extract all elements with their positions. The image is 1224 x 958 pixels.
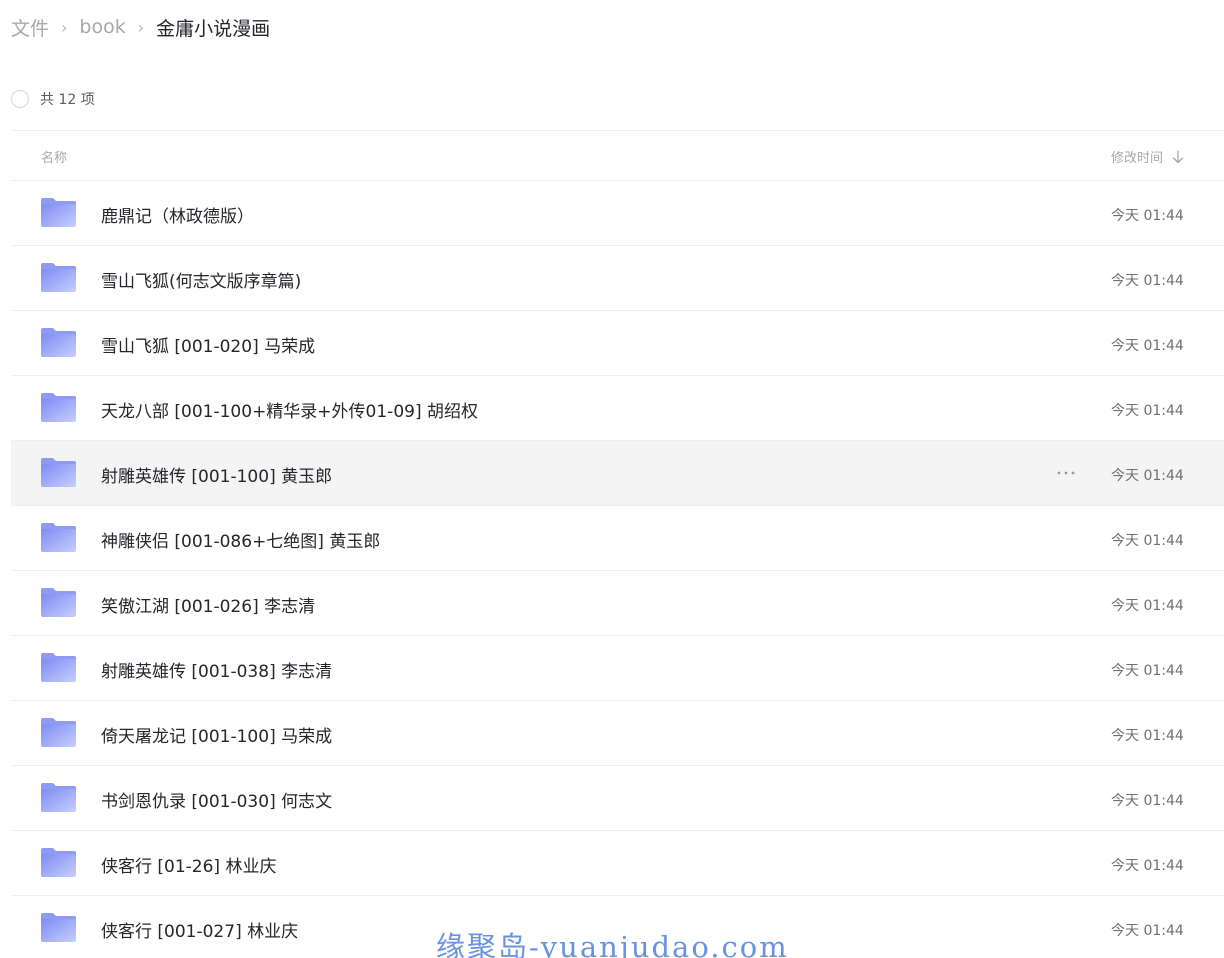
file-list: 鹿鼎记（林政德版） 今天 01:44 雪山飞狐(何志文版序章篇) 今天 01:4…	[11, 181, 1224, 958]
sort-descending-icon[interactable]	[1172, 149, 1184, 164]
item-count-row: 共 12 项	[11, 89, 95, 109]
file-name[interactable]: 笑傲江湖 [001-026] 李志清	[101, 592, 315, 617]
select-all-checkbox[interactable]	[11, 90, 29, 108]
modified-time: 今天 01:44	[1111, 273, 1184, 289]
breadcrumb-separator: ›	[137, 17, 145, 37]
column-header-time-label: 修改时间	[1111, 151, 1164, 166]
folder-icon	[41, 458, 76, 487]
file-name[interactable]: 射雕英雄传 [001-100] 黄玉郎	[101, 462, 332, 487]
folder-icon	[41, 848, 76, 877]
file-name[interactable]: 射雕英雄传 [001-038] 李志清	[101, 657, 332, 682]
file-row[interactable]: 鹿鼎记（林政德版） 今天 01:44	[11, 181, 1224, 246]
file-row[interactable]: 射雕英雄传 [001-038] 李志清 今天 01:44	[11, 636, 1224, 701]
folder-icon	[41, 393, 76, 422]
file-browser-page: 文件 › book › 金庸小说漫画 共 12 项 名称 修改时间 鹿鼎记（林政…	[0, 0, 1224, 958]
folder-icon	[41, 328, 76, 357]
file-row[interactable]: 射雕英雄传 [001-100] 黄玉郎 今天 01:44	[11, 441, 1224, 506]
modified-time: 今天 01:44	[1111, 533, 1184, 549]
breadcrumb-current: 金庸小说漫画	[156, 17, 271, 40]
modified-time: 今天 01:44	[1111, 728, 1184, 744]
breadcrumb: 文件 › book › 金庸小说漫画	[11, 14, 270, 40]
file-name[interactable]: 书剑恩仇录 [001-030] 何志文	[101, 787, 332, 812]
file-name[interactable]: 侠客行 [001-027] 林业庆	[101, 917, 298, 942]
folder-icon	[41, 718, 76, 747]
modified-time: 今天 01:44	[1111, 208, 1184, 224]
file-name[interactable]: 天龙八部 [001-100+精华录+外传01-09] 胡绍权	[101, 397, 478, 422]
folder-icon	[41, 913, 76, 942]
breadcrumb-separator: ›	[61, 17, 68, 37]
folder-icon	[41, 588, 76, 617]
breadcrumb-parent-link[interactable]: book	[79, 16, 125, 38]
column-header-modified-time[interactable]: 修改时间	[1111, 147, 1184, 166]
folder-icon	[41, 263, 76, 292]
modified-time: 今天 01:44	[1111, 468, 1184, 484]
folder-icon	[41, 198, 76, 227]
watermark-text: 缘聚岛-yuanjudao.com	[436, 930, 789, 958]
modified-time: 今天 01:44	[1111, 403, 1184, 419]
file-row[interactable]: 雪山飞狐 [001-020] 马荣成 今天 01:44	[11, 311, 1224, 376]
file-row[interactable]: 天龙八部 [001-100+精华录+外传01-09] 胡绍权 今天 01:44	[11, 376, 1224, 441]
file-name[interactable]: 神雕侠侣 [001-086+七绝图] 黄玉郎	[101, 527, 380, 552]
modified-time: 今天 01:44	[1111, 923, 1184, 939]
file-row[interactable]: 书剑恩仇录 [001-030] 何志文 今天 01:44	[11, 766, 1224, 831]
breadcrumb-root-link[interactable]: 文件	[11, 14, 49, 41]
file-name[interactable]: 倚天屠龙记 [001-100] 马荣成	[101, 722, 332, 747]
file-row[interactable]: 笑傲江湖 [001-026] 李志清 今天 01:44	[11, 571, 1224, 636]
modified-time: 今天 01:44	[1111, 793, 1184, 809]
modified-time: 今天 01:44	[1111, 338, 1184, 354]
modified-time: 今天 01:44	[1111, 663, 1184, 679]
file-row[interactable]: 雪山飞狐(何志文版序章篇) 今天 01:44	[11, 246, 1224, 311]
column-header-name[interactable]: 名称	[41, 147, 67, 166]
modified-time: 今天 01:44	[1111, 598, 1184, 614]
modified-time: 今天 01:44	[1111, 858, 1184, 874]
file-name[interactable]: 雪山飞狐(何志文版序章篇)	[101, 267, 301, 292]
file-name[interactable]: 雪山飞狐 [001-020] 马荣成	[101, 332, 315, 357]
folder-icon	[41, 653, 76, 682]
more-options-icon[interactable]	[1056, 463, 1076, 483]
file-row[interactable]: 侠客行 [01-26] 林业庆 今天 01:44	[11, 831, 1224, 896]
list-header: 名称 修改时间	[11, 131, 1224, 180]
folder-icon	[41, 783, 76, 812]
file-name[interactable]: 侠客行 [01-26] 林业庆	[101, 852, 276, 877]
file-row[interactable]: 倚天屠龙记 [001-100] 马荣成 今天 01:44	[11, 701, 1224, 766]
file-name[interactable]: 鹿鼎记（林政德版）	[101, 202, 254, 227]
item-count-label: 共 12 项	[40, 92, 95, 108]
folder-icon	[41, 523, 76, 552]
file-row[interactable]: 神雕侠侣 [001-086+七绝图] 黄玉郎 今天 01:44	[11, 506, 1224, 571]
